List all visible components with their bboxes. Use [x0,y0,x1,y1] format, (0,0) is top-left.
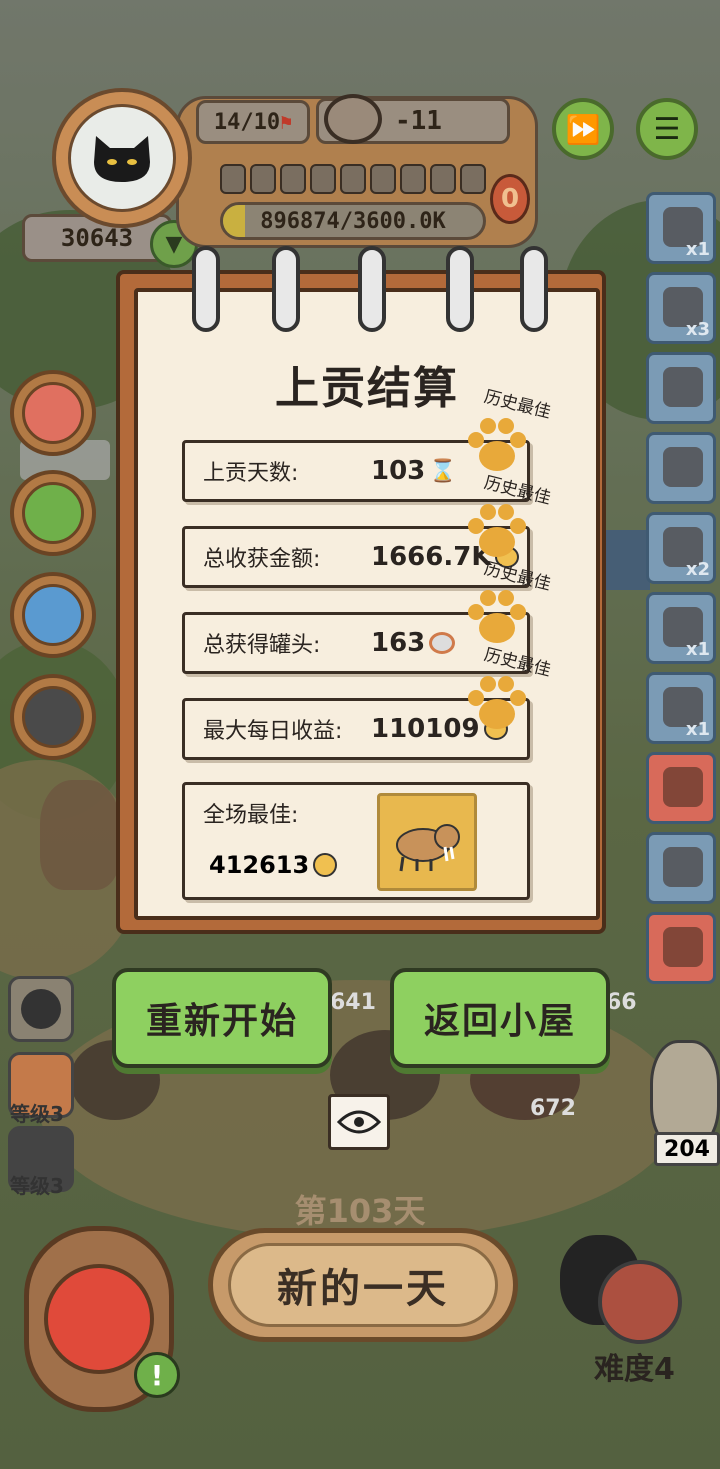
inventory-slot[interactable] [646,912,716,984]
restart-button[interactable]: 重新开始 [112,968,332,1068]
inventory-count: x1 [685,239,710,260]
counter-badge: 0 [490,174,530,224]
shrine-icon [663,447,703,487]
binder-ring [520,246,548,332]
coupon-blue-icon [663,847,703,887]
inventory-slot[interactable]: x1 [646,672,716,744]
back-home-button[interactable]: 返回小屋 [390,968,610,1068]
clown-avatar [44,1264,154,1374]
mvp-label: 全场最佳: [203,803,299,828]
level-a-label: 等级3 [10,1102,64,1126]
gold-progress-bar: 896874/3600.0K [220,202,486,240]
paw-coin-icon [313,853,338,877]
toggle-view-button[interactable] [328,1094,390,1150]
stat-label: 最大每日收益: [203,719,343,744]
count-672: 672 [530,1096,576,1121]
count-204-box: 204 [654,1132,720,1166]
collar-icon [22,686,84,748]
medkit-icon [22,482,84,544]
population-count: 14/10 [213,109,281,135]
fast-forward-icon: ⏩ [565,112,601,146]
count-66: 66 [606,990,637,1015]
inventory-slot[interactable]: x1 [646,592,716,664]
mvp-value-text: 412613 [209,851,310,879]
inventory-count: x1 [685,719,710,740]
difficulty-label: 难度4 [594,1352,675,1387]
binder-ring [272,246,300,332]
joystick-shortcut-button[interactable] [10,572,96,658]
binder-ring [192,246,220,332]
coupon-red-icon [663,767,703,807]
stat-value-text: 163 [371,628,426,658]
menu-button[interactable]: ☰ [636,98,698,160]
paw-stamp-icon [464,674,530,740]
counter-value: 0 [500,184,520,214]
inventory-slot[interactable]: x1 [646,192,716,264]
bowl-icon [22,382,84,444]
stat-value: 163 [371,628,456,658]
progress-segments [220,164,486,194]
cat-avatar[interactable] [68,104,176,212]
count-204: 204 [664,1136,710,1162]
joystick-icon [22,584,84,646]
food-bowl-icon [324,94,382,144]
bowl-shortcut-button[interactable] [10,370,96,456]
hook-icon [663,927,703,967]
mvp-value: 412613 [209,851,338,879]
binder-ring [358,246,386,332]
inventory-slot[interactable]: x3 [646,272,716,344]
population-box: 14/10 ⚑ [196,100,310,144]
stat-label: 总收获金额: [203,547,321,572]
mvp-creature-portrait[interactable] [377,793,477,891]
inventory-slot[interactable] [646,752,716,824]
stat-value: 103 ⌛ [371,456,457,486]
mvp-row: 全场最佳: 412613 [182,782,530,900]
medkit-shortcut-button[interactable] [10,470,96,556]
inventory-count: x2 [685,559,710,580]
can-icon [429,632,456,654]
stat-label: 上贡天数: [203,461,299,486]
list-icon: ☰ [653,111,681,147]
inventory-slot[interactable] [646,352,716,424]
stat-value-text: 103 [371,456,426,486]
day-label: 第103天 [294,1192,426,1230]
inventory-count: x3 [685,319,710,340]
inventory-slot[interactable] [646,832,716,904]
fast-forward-button[interactable]: ⏩ [552,98,614,160]
stat-label: 总获得罐头: [203,633,321,658]
binder-ring [446,246,474,332]
food-delta: -11 [395,106,442,136]
count-641: 641 [330,990,376,1015]
fist-skill-button[interactable] [8,976,74,1042]
hourglass-icon: ⌛ [429,458,457,484]
eye-icon [337,1110,381,1134]
crate-icon [663,367,703,407]
black-cat-icon [94,136,150,182]
inventory-count: x1 [685,639,710,660]
inventory-slot[interactable]: x2 [646,512,716,584]
level-b-label: 等级3 [10,1174,64,1198]
flag-icon: ⚑ [280,110,293,134]
new-day-button[interactable]: 新的一天 [208,1228,518,1342]
new-day-label: 新的一天 [228,1243,498,1327]
alert-icon[interactable]: ! [134,1352,180,1398]
gold-progress-text: 896874/3600.0K [260,208,446,234]
sabertooth-icon [396,824,460,872]
collar-shortcut-button[interactable] [10,674,96,760]
inventory-slot[interactable] [646,432,716,504]
player-score: 30643 [60,224,134,252]
